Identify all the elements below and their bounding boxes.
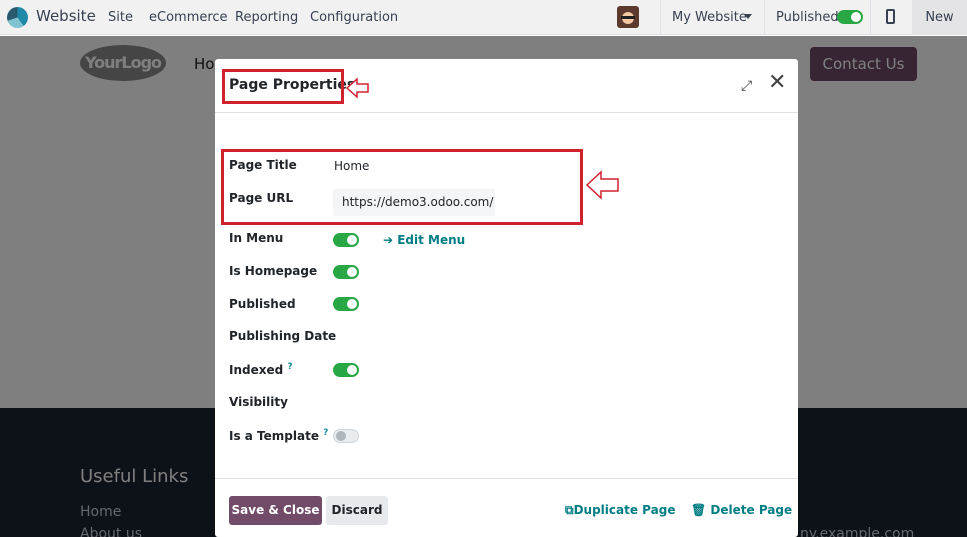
expand-icon[interactable]: ⤢ — [741, 78, 752, 94]
divider — [660, 0, 661, 35]
annotation-box-title — [222, 69, 344, 104]
dialog-header: Page Properties ⤢ ✕ — [215, 59, 798, 113]
is-template-label: Is a Template ? — [229, 428, 328, 443]
page-properties-dialog: Page Properties ⤢ ✕ Page Title Home Page… — [215, 59, 798, 537]
annotation-arrow-title — [346, 77, 369, 99]
indexed-label: Indexed ? — [229, 362, 293, 377]
is-template-toggle[interactable] — [333, 429, 359, 443]
annotation-box-fields — [221, 149, 583, 225]
trash-icon: 🗑 — [691, 503, 711, 517]
duplicate-page-link[interactable]: ⧉Duplicate Page — [565, 503, 675, 518]
delete-page-link[interactable]: 🗑 Delete Page — [691, 503, 792, 517]
duplicate-icon: ⧉ — [565, 503, 574, 517]
discard-button[interactable]: Discard — [326, 496, 388, 525]
help-icon[interactable]: ? — [287, 362, 292, 372]
indexed-label-text: Indexed — [229, 363, 284, 377]
menu-configuration[interactable]: Configuration — [310, 10, 398, 25]
published-field-toggle[interactable] — [333, 297, 359, 311]
arrow-right-icon: ➔ — [383, 233, 398, 247]
website-app-icon[interactable] — [7, 7, 28, 28]
is-homepage-label: Is Homepage — [229, 264, 318, 278]
published-toggle[interactable] — [837, 10, 863, 24]
indexed-toggle[interactable] — [333, 363, 359, 377]
new-button[interactable]: New — [912, 0, 967, 35]
published-label: Published — [776, 10, 839, 25]
close-icon[interactable]: ✕ — [768, 72, 786, 94]
published-field-label: Published — [229, 297, 296, 311]
user-avatar[interactable] — [617, 6, 639, 28]
menu-reporting[interactable]: Reporting — [235, 10, 298, 25]
top-navbar: Website Site eCommerce Reporting Configu… — [0, 0, 967, 35]
visibility-label: Visibility — [229, 395, 288, 409]
mobile-icon[interactable] — [886, 9, 895, 24]
in-menu-toggle[interactable] — [333, 233, 359, 247]
duplicate-page-label: Duplicate Page — [573, 503, 676, 517]
menu-ecommerce[interactable]: eCommerce — [149, 10, 228, 25]
delete-page-label: Delete Page — [710, 503, 793, 517]
dialog-footer: Save & Close Discard ⧉Duplicate Page 🗑 D… — [215, 478, 798, 537]
app-name[interactable]: Website — [36, 7, 96, 25]
avatar-glasses — [621, 16, 635, 19]
website-selector[interactable]: My Website — [672, 10, 747, 25]
divider — [764, 0, 765, 35]
edit-menu-link[interactable]: ➔ Edit Menu — [383, 233, 465, 247]
is-template-label-text: Is a Template — [229, 429, 319, 443]
help-icon[interactable]: ? — [323, 428, 328, 438]
divider — [870, 0, 871, 35]
is-homepage-toggle[interactable] — [333, 265, 359, 279]
caret-down-icon[interactable] — [744, 14, 752, 19]
menu-site[interactable]: Site — [108, 10, 133, 25]
in-menu-label: In Menu — [229, 231, 284, 245]
annotation-arrow-fields — [586, 170, 619, 200]
edit-menu-label: Edit Menu — [397, 233, 466, 247]
save-close-button[interactable]: Save & Close — [229, 496, 322, 525]
publishing-date-label: Publishing Date — [229, 329, 337, 343]
